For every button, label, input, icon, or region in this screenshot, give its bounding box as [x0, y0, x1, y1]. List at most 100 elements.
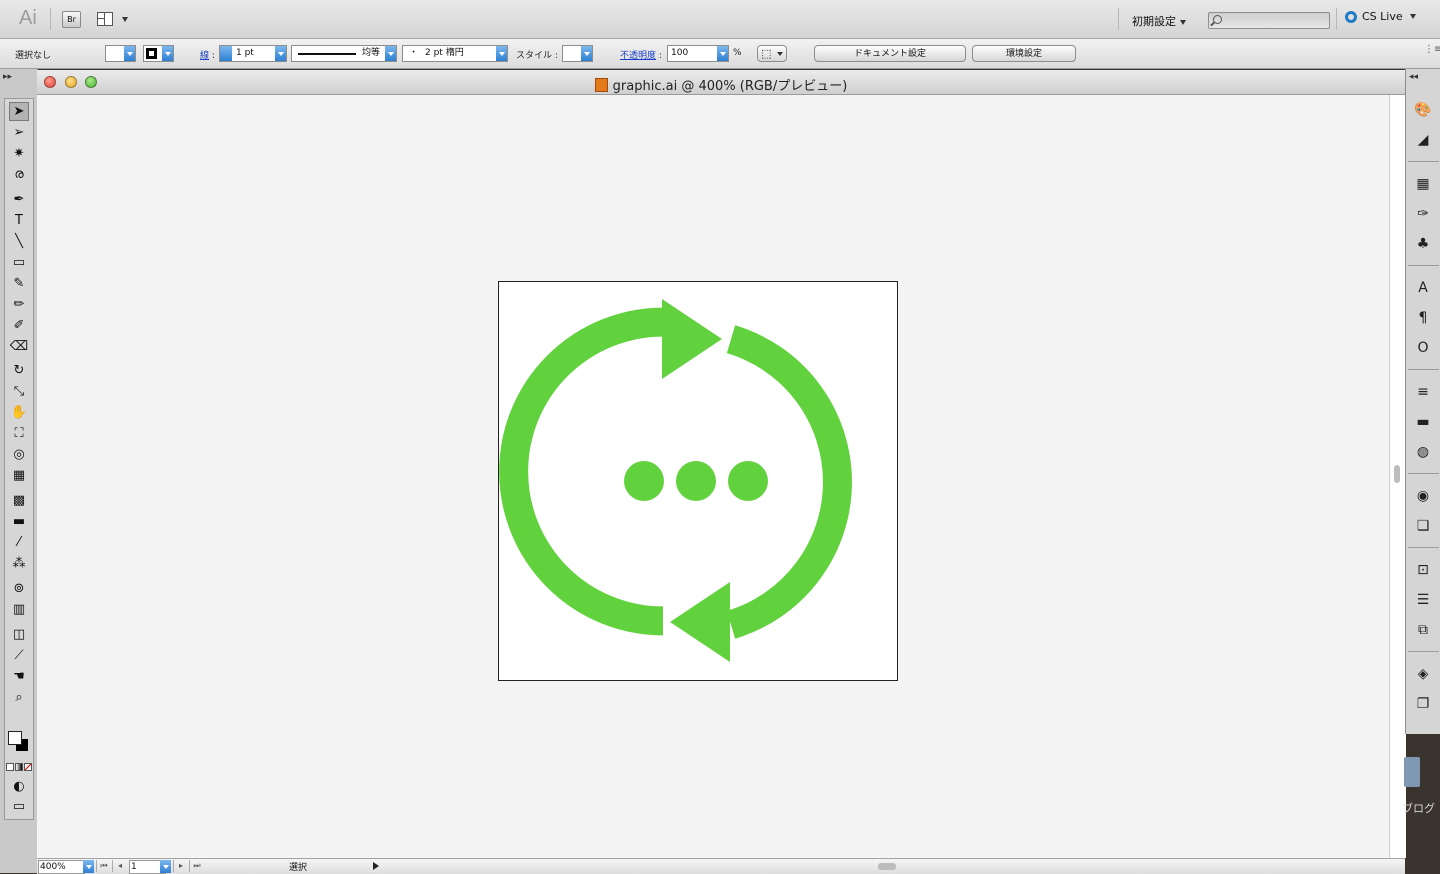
- pen-tool-icon[interactable]: ✒: [9, 190, 29, 209]
- status-field[interactable]: 選択: [289, 860, 307, 873]
- opacity-label[interactable]: 不透明度 :: [620, 48, 662, 61]
- appearance-panel-icon[interactable]: ◉: [1414, 487, 1432, 505]
- eyedropper-tool-icon[interactable]: ⁄: [9, 533, 29, 552]
- next-artboard-button[interactable]: ▸: [173, 860, 188, 872]
- stroke-color-dropdown[interactable]: [143, 45, 174, 62]
- ai-file-icon: [594, 78, 608, 92]
- stroke-label[interactable]: 線 :: [200, 48, 215, 61]
- canvas-area[interactable]: [37, 95, 1389, 858]
- chevron-down-icon: [496, 46, 507, 61]
- select-similar-button[interactable]: ⬚: [757, 45, 787, 62]
- character-panel-icon[interactable]: A: [1414, 279, 1432, 297]
- help-search-input[interactable]: [1208, 12, 1330, 29]
- perspective-grid-tool-icon[interactable]: ▦: [9, 466, 29, 485]
- artboard[interactable]: [498, 281, 898, 681]
- scale-tool-icon[interactable]: ⤡: [9, 382, 29, 401]
- pathfinder-panel-icon[interactable]: ⧉: [1414, 621, 1432, 639]
- lasso-tool-icon[interactable]: ര: [9, 165, 29, 184]
- stroke-panel-icon[interactable]: ≡: [1414, 383, 1432, 401]
- swatches-panel-icon[interactable]: ▦: [1414, 175, 1432, 193]
- rectangle-tool-icon[interactable]: ▭: [9, 253, 29, 272]
- screen-mode-icon[interactable]: ▭: [9, 797, 29, 816]
- slice-tool-icon[interactable]: ⟋: [9, 646, 29, 665]
- gradient-mode-icon[interactable]: [15, 763, 23, 771]
- transparency-panel-icon[interactable]: ◍: [1414, 443, 1432, 461]
- symbol-sprayer-tool-icon[interactable]: ⊚: [9, 579, 29, 598]
- warp-tool-icon[interactable]: ✋: [9, 403, 29, 422]
- artboards-panel-icon[interactable]: ❐: [1414, 695, 1432, 713]
- graphic-style-dropdown[interactable]: [562, 45, 593, 62]
- panel-group-divider: [1408, 369, 1439, 370]
- workspace-switcher[interactable]: 初期設定: [1132, 13, 1186, 29]
- preferences-button[interactable]: 環境設定: [972, 45, 1076, 62]
- gradient-tool-icon[interactable]: ▬: [9, 512, 29, 531]
- variable-width-profile-dropdown[interactable]: 均等: [291, 45, 397, 62]
- opentype-panel-icon[interactable]: O: [1414, 339, 1432, 357]
- bridge-button[interactable]: Br: [62, 11, 81, 28]
- shape-builder-tool-icon[interactable]: ◎: [9, 445, 29, 464]
- control-panel-menu-icon[interactable]: ⋮≡: [1424, 44, 1440, 55]
- chevron-down-icon: [162, 46, 173, 61]
- zoom-level-field[interactable]: 400%: [38, 860, 85, 874]
- status-menu-arrow-icon[interactable]: [373, 862, 379, 870]
- eraser-tool-icon[interactable]: ⌫: [9, 337, 29, 356]
- opacity-field[interactable]: 100: [667, 45, 729, 62]
- previous-artboard-button[interactable]: ◂: [112, 860, 127, 872]
- selection-tool-icon[interactable]: ➤: [9, 102, 29, 121]
- first-artboard-button[interactable]: ⏮: [96, 860, 111, 872]
- horizontal-scroll-thumb[interactable]: [878, 863, 896, 870]
- hand-tool-icon[interactable]: ☚: [9, 667, 29, 686]
- panel-group-divider: [1408, 547, 1439, 548]
- collapse-panel-icon[interactable]: ▸▸: [3, 72, 12, 82]
- free-transform-tool-icon[interactable]: ⛶: [9, 424, 29, 443]
- brushes-panel-icon[interactable]: ✑: [1414, 205, 1432, 223]
- vertical-scroll-thumb[interactable]: [1394, 465, 1400, 483]
- vertical-scrollbar[interactable]: [1389, 95, 1406, 858]
- artboard-dropdown-arrow[interactable]: [160, 860, 171, 873]
- paintbrush-tool-icon[interactable]: ✎: [9, 274, 29, 293]
- color-guide-panel-icon[interactable]: ◢: [1414, 131, 1432, 149]
- fill-stroke-swatches[interactable]: [8, 731, 30, 753]
- zoom-dropdown-arrow[interactable]: [83, 860, 94, 873]
- color-mode-icon[interactable]: [6, 763, 14, 771]
- expand-panels-icon[interactable]: ◂◂: [1409, 72, 1418, 82]
- document-window: graphic.ai @ 400% (RGB/プレビュー) 400% ⏮ ◂ 1…: [37, 70, 1406, 874]
- panel-group-divider: [1408, 651, 1439, 652]
- refresh-ellipsis-artwork[interactable]: [499, 282, 897, 680]
- symbols-panel-icon[interactable]: ♣: [1414, 235, 1432, 253]
- fill-swatch-icon[interactable]: [8, 731, 22, 745]
- document-setup-button[interactable]: ドキュメント設定: [814, 45, 966, 62]
- last-artboard-button[interactable]: ⏭: [189, 860, 204, 872]
- none-mode-icon[interactable]: [24, 763, 32, 771]
- stroke-weight-field[interactable]: 1 pt: [219, 45, 287, 62]
- mesh-tool-icon[interactable]: ▩: [9, 491, 29, 510]
- paragraph-panel-icon[interactable]: ¶: [1414, 309, 1432, 327]
- arrange-documents-button[interactable]: [97, 12, 129, 26]
- direct-selection-tool-icon[interactable]: ➢: [9, 123, 29, 142]
- layers-panel-icon[interactable]: ◈: [1414, 665, 1432, 683]
- align-panel-icon[interactable]: ☰: [1414, 591, 1432, 609]
- fill-color-dropdown[interactable]: [105, 45, 136, 62]
- artboard-tool-icon[interactable]: ◫: [9, 625, 29, 644]
- line-tool-icon[interactable]: ╲: [9, 232, 29, 251]
- blend-tool-icon[interactable]: ⁂: [9, 554, 29, 573]
- desktop-item-label[interactable]: ブログ: [1402, 800, 1435, 816]
- stroke-weight-stepper[interactable]: [220, 46, 232, 61]
- desktop-folder-icon[interactable]: [1404, 757, 1420, 787]
- rotate-tool-icon[interactable]: ↻: [9, 361, 29, 380]
- document-titlebar[interactable]: graphic.ai @ 400% (RGB/プレビュー): [37, 70, 1405, 95]
- column-graph-tool-icon[interactable]: ▥: [9, 600, 29, 619]
- pencil-tool-icon[interactable]: ✏: [9, 295, 29, 314]
- blob-brush-tool-icon[interactable]: ✐: [9, 316, 29, 335]
- color-panel-icon[interactable]: 🎨: [1414, 101, 1432, 119]
- draw-mode-icon[interactable]: ◐: [9, 777, 29, 796]
- color-mode-buttons[interactable]: [6, 763, 32, 771]
- type-tool-icon[interactable]: T: [9, 211, 29, 230]
- graphic-styles-panel-icon[interactable]: ❏: [1414, 517, 1432, 535]
- gradient-panel-icon[interactable]: ▬: [1414, 413, 1432, 431]
- brush-definition-dropdown[interactable]: ・ 2 pt 楕円: [402, 45, 508, 62]
- magic-wand-tool-icon[interactable]: ✷: [9, 144, 29, 163]
- cs-live-button[interactable]: CS Live: [1345, 10, 1416, 23]
- zoom-tool-icon[interactable]: ⌕: [9, 688, 29, 707]
- transform-panel-icon[interactable]: ⊡: [1414, 561, 1432, 579]
